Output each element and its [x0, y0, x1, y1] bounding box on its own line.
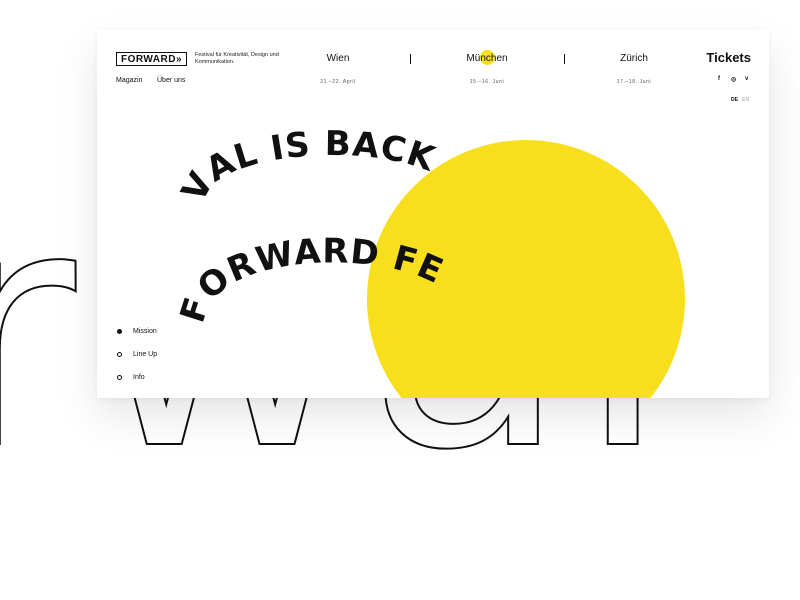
- ring-text-back: VAL IS BACK: [174, 124, 440, 208]
- side-nav-line-up[interactable]: Line Up: [117, 351, 157, 358]
- bullet-icon: [117, 352, 122, 357]
- side-nav-label: Mission: [133, 328, 157, 335]
- city-link-muenchen[interactable]: München: [466, 53, 507, 64]
- svg-text:VAL IS BACK: VAL IS BACK: [174, 124, 441, 208]
- bullet-icon: [117, 375, 122, 380]
- bullet-active-icon: [117, 329, 122, 334]
- svg-text:FORWARD FE: FORWARD FE: [173, 231, 450, 327]
- side-nav-label: Line Up: [133, 351, 158, 358]
- website-window: FORWARD» Festival für Kreativität, Desig…: [97, 30, 769, 398]
- ring-text-front: FORWARD FE: [173, 231, 450, 327]
- city-link-zuerich[interactable]: Zürich: [620, 53, 648, 64]
- side-nav-label: Info: [133, 374, 145, 381]
- hero-text-ring: VAL IS BACK FORWARD FE: [173, 124, 450, 327]
- side-nav-mission[interactable]: Mission: [117, 328, 157, 335]
- city-link-wien[interactable]: Wien: [327, 53, 350, 64]
- side-nav-info[interactable]: Info: [117, 374, 145, 381]
